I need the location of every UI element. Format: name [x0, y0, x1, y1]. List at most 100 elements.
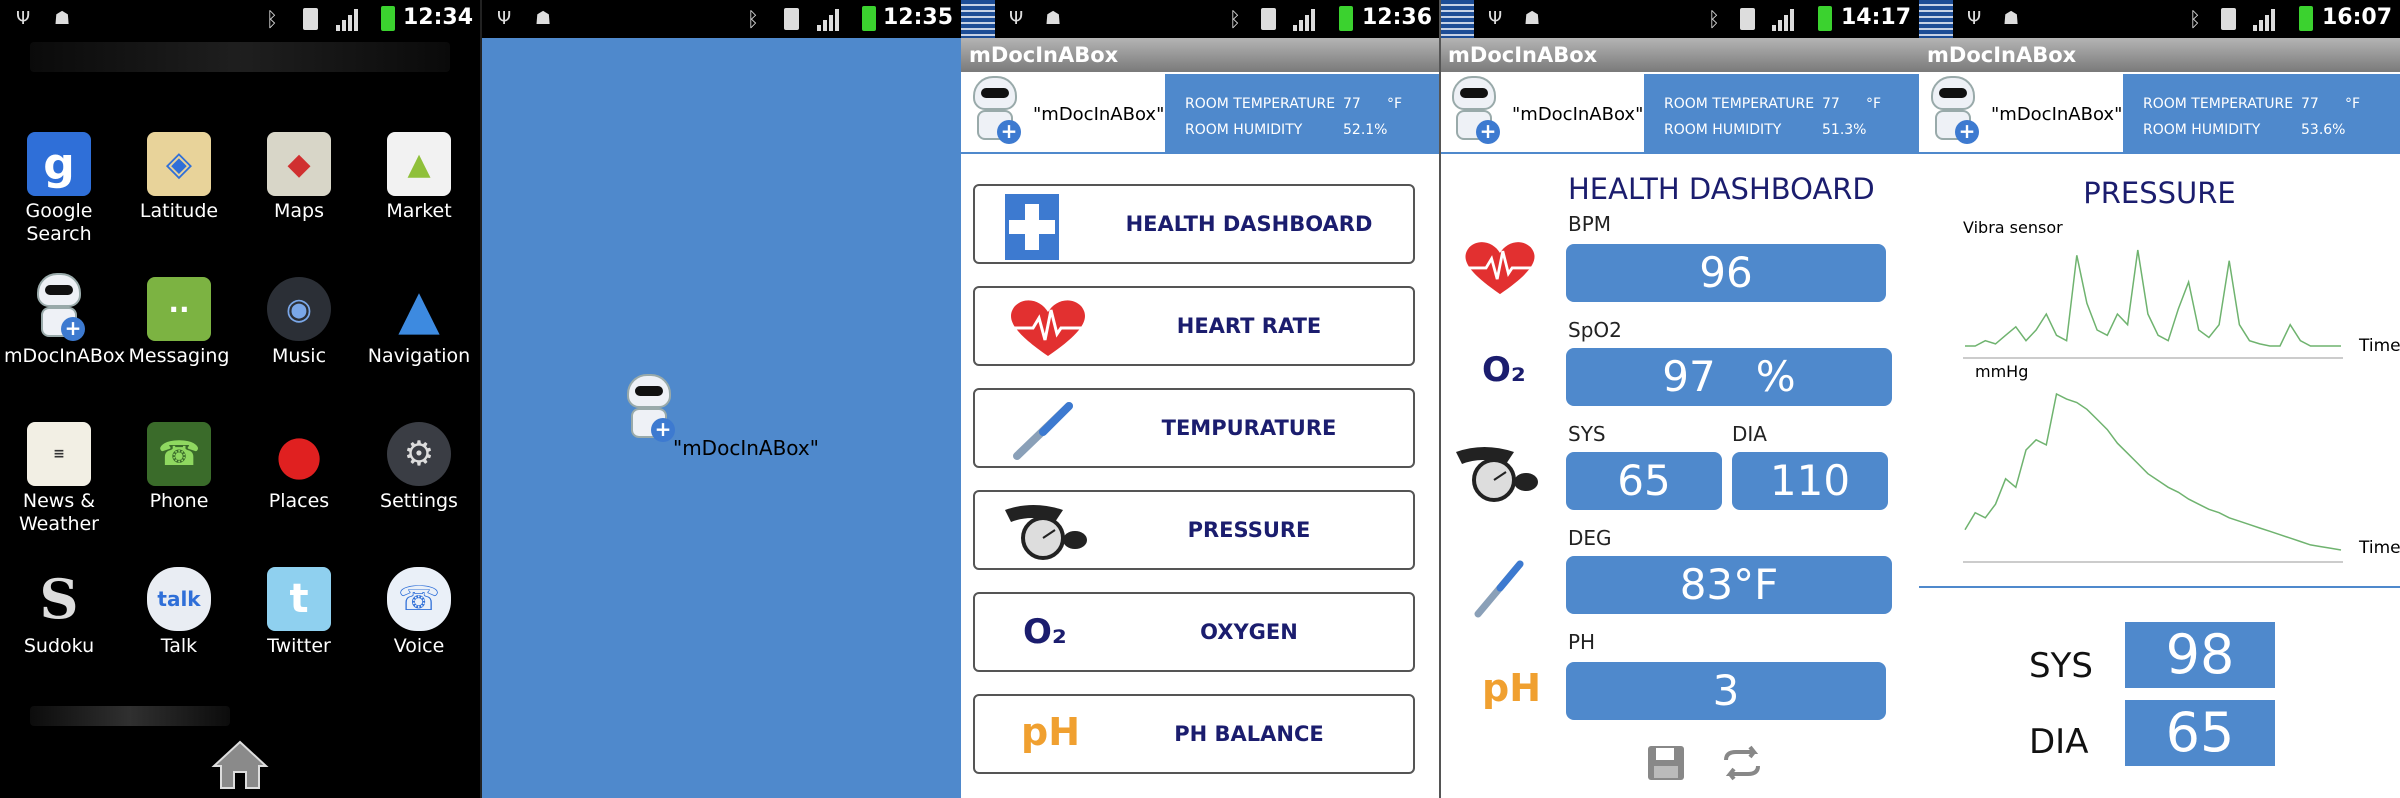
pressure-button[interactable]: PRESSURE	[973, 490, 1415, 570]
app-mdocinabox[interactable]: + mDocInABox	[4, 273, 125, 368]
heart-rate-button[interactable]: HEART RATE	[973, 286, 1415, 366]
battery-icon	[381, 6, 395, 31]
vibra-chart-axis-label: Time	[2359, 336, 2400, 356]
app-label: Sudoku	[23, 635, 95, 657]
menu-screen: Ψ ☗ ᛒ 12:36 mDocInABox + "mDocInABox" RO…	[961, 0, 1440, 798]
bluetooth-icon: ᛒ	[747, 7, 759, 31]
room-humidity-label: ROOM HUMIDITY	[1185, 122, 1303, 138]
app-music[interactable]: ◉ Music	[244, 277, 354, 368]
home-button[interactable]	[210, 738, 270, 792]
app-voice[interactable]: ☏ Voice	[364, 567, 474, 658]
android-debug-icon: ☗	[1524, 8, 1541, 29]
blood-pressure-cuff-icon	[1003, 500, 1093, 562]
app-phone[interactable]: ☎ Phone	[124, 422, 234, 513]
vibra-chart-label: Vibra sensor	[1963, 218, 2063, 237]
ph-icon: pH	[1482, 666, 1542, 710]
app-header: + "mDocInABox" ROOM TEMPERATURE 77 °F RO…	[1919, 72, 2400, 154]
sd-card-icon	[1740, 8, 1755, 30]
bluetooth-icon: ᛒ	[1708, 7, 1720, 31]
signal-icon	[1772, 9, 1796, 31]
launcher-screen: Ψ ☗ ᛒ 12:34 g Google Search ◈ Latitude ◆ Maps…	[0, 0, 481, 798]
usb-icon: Ψ	[16, 8, 31, 29]
room-temp-value: 77	[1822, 96, 1840, 112]
button-label: OXYGEN	[1200, 620, 1298, 644]
app-maps[interactable]: ◆ Maps	[244, 132, 354, 223]
heart-rate-icon	[1003, 296, 1093, 358]
app-logo-text: "mDocInABox"	[1991, 104, 2123, 125]
room-temp-label: ROOM TEMPERATURE	[1185, 96, 1336, 112]
heart-rate-icon	[1458, 236, 1542, 302]
app-latitude[interactable]: ◈ Latitude	[124, 132, 234, 223]
chart-series-line	[1964, 392, 2342, 551]
health-dashboard-button[interactable]: HEALTH DASHBOARD	[973, 184, 1415, 264]
spo2-label: SpO2	[1568, 318, 1622, 342]
app-places[interactable]: ● Places	[244, 422, 354, 513]
app-google-search[interactable]: g Google Search	[4, 132, 114, 246]
room-conditions: ROOM TEMPERATURE 77 °F ROOM HUMIDITY 53.…	[2123, 74, 2400, 152]
app-title-bar: mDocInABox	[1440, 38, 1919, 72]
sync-button[interactable]	[1720, 744, 1764, 782]
dock-shadow	[30, 42, 450, 72]
oxygen-icon: O₂	[1023, 612, 1067, 652]
status-bar: Ψ ☗ ᛒ 14:17	[1440, 0, 1919, 38]
android-debug-icon: ☗	[1045, 8, 1062, 29]
sys-label: SYS	[1568, 422, 1606, 446]
bluetooth-icon: ᛒ	[1229, 7, 1241, 31]
thermometer-icon	[1470, 556, 1530, 622]
music-icon: ◉	[267, 277, 331, 341]
navigation-icon: ▲	[398, 277, 440, 341]
sudoku-icon: S	[39, 566, 79, 631]
room-conditions: ROOM TEMPERATURE 77 °F ROOM HUMIDITY 51.…	[1644, 74, 1919, 152]
oxygen-button[interactable]: O₂ OXYGEN	[973, 592, 1415, 672]
market-icon: ▲	[387, 132, 451, 196]
app-twitter[interactable]: t Twitter	[244, 567, 354, 658]
sys-value: 65	[1566, 452, 1722, 510]
ph-balance-button[interactable]: pH PH BALANCE	[973, 694, 1415, 774]
app-label: Messaging	[128, 345, 230, 367]
spo2-value: 97 %	[1566, 348, 1892, 406]
app-logo: + "mDocInABox"	[963, 74, 1164, 152]
chart-divider	[1919, 586, 2400, 588]
usb-icon: Ψ	[497, 8, 512, 29]
ph-label: PH	[1568, 630, 1596, 654]
status-bar: Ψ ☗ ᛒ 16:07	[1919, 0, 2400, 38]
app-navigation[interactable]: ▲ Navigation	[364, 277, 474, 368]
android-debug-icon: ☗	[2003, 8, 2020, 29]
android-debug-icon: ☗	[535, 8, 552, 29]
mmhg-chart-axis-label: Time	[2359, 538, 2400, 558]
robot-icon: +	[1925, 76, 1983, 148]
app-title-bar: mDocInABox	[1919, 38, 2400, 72]
button-label: PH BALANCE	[1174, 722, 1324, 746]
app-settings[interactable]: ⚙ Settings	[364, 422, 474, 513]
status-bar: Ψ ☗ ᛒ 12:36	[961, 0, 1440, 38]
app-market[interactable]: ▲ Market	[364, 132, 474, 223]
dia-value: 65	[2125, 700, 2275, 766]
room-temp-label: ROOM TEMPERATURE	[1664, 96, 1815, 112]
robot-icon: +	[27, 273, 91, 341]
bluetooth-icon: ᛒ	[2189, 7, 2201, 31]
signal-icon	[1293, 9, 1317, 31]
app-sudoku[interactable]: S Sudoku	[4, 567, 114, 658]
app-title-bar: mDocInABox	[961, 38, 1440, 72]
signal-icon	[336, 9, 360, 31]
button-label: HEART RATE	[1176, 314, 1322, 338]
temperature-button[interactable]: TEMPURATURE	[973, 388, 1415, 468]
deg-value: 83°F	[1566, 556, 1892, 614]
app-logo-text: "mDocInABox"	[1512, 104, 1644, 125]
room-temp-unit: °F	[2345, 96, 2361, 112]
app-label: Navigation	[367, 345, 471, 367]
room-conditions: ROOM TEMPERATURE 77 °F ROOM HUMIDITY 52.…	[1165, 74, 1440, 152]
button-label: HEALTH DASHBOARD	[1125, 212, 1373, 236]
settings-icon: ⚙	[387, 422, 451, 486]
app-news-weather[interactable]: ≡ News & Weather	[4, 422, 114, 536]
battery-icon	[862, 6, 876, 31]
app-talk[interactable]: talk Talk	[124, 567, 234, 658]
room-humidity-value: 51.3%	[1822, 122, 1867, 138]
status-bar: Ψ ☗ ᛒ 12:34	[0, 0, 481, 38]
save-button[interactable]	[1646, 744, 1686, 782]
splash-screen: Ψ ☗ ᛒ 12:35 + "mDocInABox"	[481, 0, 961, 798]
bluetooth-icon: ᛒ	[266, 7, 278, 31]
robot-icon: +	[621, 374, 679, 446]
app-messaging[interactable]: ·· Messaging	[124, 277, 234, 368]
sd-card-icon	[784, 8, 799, 30]
